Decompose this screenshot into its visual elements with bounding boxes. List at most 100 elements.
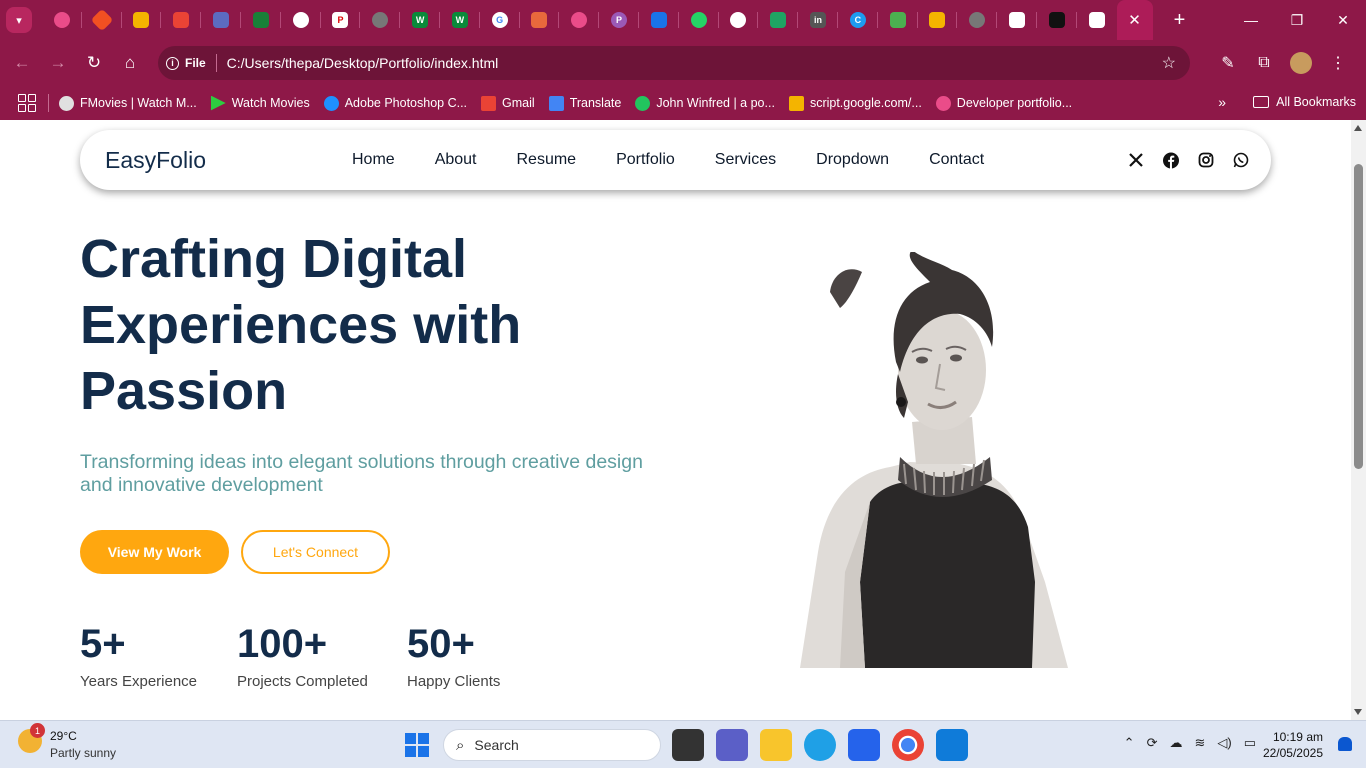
forward-button[interactable]: → bbox=[40, 45, 76, 81]
play-icon bbox=[210, 95, 226, 111]
bookmark-item[interactable]: script.google.com/... bbox=[788, 95, 922, 111]
maximize-button[interactable]: ❐ bbox=[1274, 0, 1320, 40]
tab[interactable]: W bbox=[400, 0, 440, 40]
taskbar-search[interactable]: ⌕ Search bbox=[443, 729, 661, 761]
url-text[interactable]: C:/Users/thepa/Desktop/Portfolio/index.h… bbox=[227, 55, 499, 71]
bookmark-item[interactable]: Watch Movies bbox=[210, 95, 310, 111]
stat-number: 100+ bbox=[237, 622, 328, 666]
tab[interactable]: P bbox=[599, 0, 639, 40]
tab[interactable] bbox=[1077, 0, 1117, 40]
tab[interactable] bbox=[918, 0, 958, 40]
lets-connect-button[interactable]: Let's Connect bbox=[241, 530, 390, 574]
edge-icon[interactable] bbox=[804, 729, 836, 761]
tab[interactable] bbox=[360, 0, 401, 40]
hero-subtitle: Transforming ideas into elegant solution… bbox=[80, 451, 643, 496]
back-button[interactable]: ← bbox=[4, 45, 40, 81]
tab-search-button[interactable]: ▾ bbox=[6, 7, 32, 33]
bookmark-star-icon[interactable]: ☆ bbox=[1162, 53, 1176, 73]
task-view-icon[interactable] bbox=[672, 729, 704, 761]
x-icon[interactable] bbox=[1128, 152, 1144, 168]
tab[interactable] bbox=[679, 0, 719, 40]
bookmark-item[interactable]: FMovies | Watch M... bbox=[59, 95, 197, 111]
bookmark-item[interactable]: Translate bbox=[548, 95, 621, 111]
wifi-icon[interactable]: ≋ bbox=[1194, 735, 1205, 751]
tab[interactable] bbox=[639, 0, 679, 40]
minimize-button[interactable]: — bbox=[1228, 0, 1274, 40]
tab[interactable] bbox=[42, 0, 82, 40]
nav-link-contact[interactable]: Contact bbox=[929, 151, 984, 169]
bookmarks-overflow-icon[interactable]: » bbox=[1218, 94, 1226, 110]
new-tab-button[interactable]: + bbox=[1167, 9, 1193, 32]
tab[interactable] bbox=[281, 0, 321, 40]
vscode-icon[interactable] bbox=[936, 729, 968, 761]
teams-icon[interactable] bbox=[716, 729, 748, 761]
tab[interactable] bbox=[241, 0, 281, 40]
chrome-icon[interactable] bbox=[892, 729, 924, 761]
chevron-up-icon[interactable]: ⌃ bbox=[1124, 735, 1135, 751]
all-bookmarks-button[interactable]: All Bookmarks bbox=[1253, 95, 1356, 109]
nav-link-resume[interactable]: Resume bbox=[517, 151, 577, 169]
site-info-button[interactable]: i File bbox=[166, 56, 206, 70]
bookmark-item[interactable]: Gmail bbox=[481, 95, 535, 111]
close-tab-icon[interactable]: ✕ bbox=[1128, 11, 1141, 29]
volume-icon[interactable]: ◁) bbox=[1217, 735, 1231, 751]
list-icon bbox=[213, 12, 230, 28]
nav-link-portfolio[interactable]: Portfolio bbox=[616, 151, 675, 169]
tab[interactable] bbox=[122, 0, 162, 40]
page-scrollbar[interactable] bbox=[1351, 120, 1366, 720]
nav-link-about[interactable]: About bbox=[435, 151, 477, 169]
nav-link-services[interactable]: Services bbox=[715, 151, 776, 169]
sync-icon[interactable]: ⟳ bbox=[1147, 735, 1158, 751]
more-menu-icon[interactable]: ⋮ bbox=[1320, 53, 1356, 73]
scrollbar-thumb[interactable] bbox=[1354, 164, 1363, 469]
profile-avatar[interactable] bbox=[1290, 52, 1312, 74]
tab-active[interactable]: ✕ bbox=[1116, 0, 1153, 40]
dribbble-icon bbox=[935, 95, 951, 111]
tab[interactable] bbox=[719, 0, 759, 40]
view-my-work-button[interactable]: View My Work bbox=[80, 530, 229, 574]
facebook-icon[interactable] bbox=[1163, 152, 1179, 168]
nav-link-home[interactable]: Home bbox=[352, 151, 395, 169]
stat-label: Projects Completed bbox=[237, 673, 368, 690]
tab[interactable] bbox=[161, 0, 202, 40]
whatsapp-icon[interactable] bbox=[1233, 152, 1249, 168]
bookmark-item[interactable]: John Winfred | a po... bbox=[635, 95, 775, 111]
battery-icon[interactable]: ▭ bbox=[1244, 735, 1256, 751]
bookmark-item[interactable]: Adobe Photoshop C... bbox=[323, 95, 467, 111]
home-button[interactable]: ⌂ bbox=[112, 45, 148, 81]
tab[interactable] bbox=[559, 0, 600, 40]
apps-grid-icon[interactable] bbox=[18, 94, 36, 112]
tab[interactable] bbox=[957, 0, 998, 40]
tab[interactable] bbox=[997, 0, 1037, 40]
tab[interactable] bbox=[520, 0, 560, 40]
tab[interactable] bbox=[758, 0, 799, 40]
tab[interactable] bbox=[201, 0, 241, 40]
network-badge-icon[interactable]: ☁ bbox=[1169, 735, 1182, 751]
nav-link-dropdown[interactable]: Dropdown bbox=[816, 151, 889, 169]
stat-number: 5+ bbox=[80, 622, 126, 666]
eyedropper-icon[interactable]: ✎ bbox=[1210, 53, 1246, 73]
tab[interactable]: C bbox=[838, 0, 878, 40]
site-logo[interactable]: EasyFolio bbox=[105, 147, 206, 174]
tab[interactable] bbox=[1037, 0, 1077, 40]
weather-widget[interactable]: 1 29°C Partly sunny bbox=[18, 723, 116, 760]
start-button[interactable] bbox=[405, 733, 429, 757]
store-icon[interactable] bbox=[848, 729, 880, 761]
tab[interactable]: W bbox=[440, 0, 480, 40]
tab[interactable]: in bbox=[798, 0, 838, 40]
extensions-icon[interactable]: ⧉ bbox=[1246, 54, 1282, 72]
bookmark-item[interactable]: Developer portfolio... bbox=[935, 95, 1072, 111]
close-window-button[interactable]: ✕ bbox=[1320, 0, 1366, 40]
scroll-down-arrow-icon[interactable] bbox=[1354, 709, 1362, 715]
tab[interactable] bbox=[878, 0, 918, 40]
reload-button[interactable]: ↻ bbox=[76, 45, 112, 81]
instagram-icon[interactable] bbox=[1198, 152, 1214, 168]
taskbar-clock[interactable]: 10:19 am 22/05/2025 bbox=[1263, 729, 1323, 761]
tab[interactable]: P bbox=[321, 0, 361, 40]
file-explorer-icon[interactable] bbox=[760, 729, 792, 761]
tab[interactable]: G bbox=[480, 0, 520, 40]
tab[interactable] bbox=[82, 0, 122, 40]
scroll-up-arrow-icon[interactable] bbox=[1354, 125, 1362, 131]
notification-bell-icon[interactable] bbox=[1338, 737, 1352, 751]
address-bar[interactable]: i File C:/Users/thepa/Desktop/Portfolio/i… bbox=[158, 46, 1190, 80]
